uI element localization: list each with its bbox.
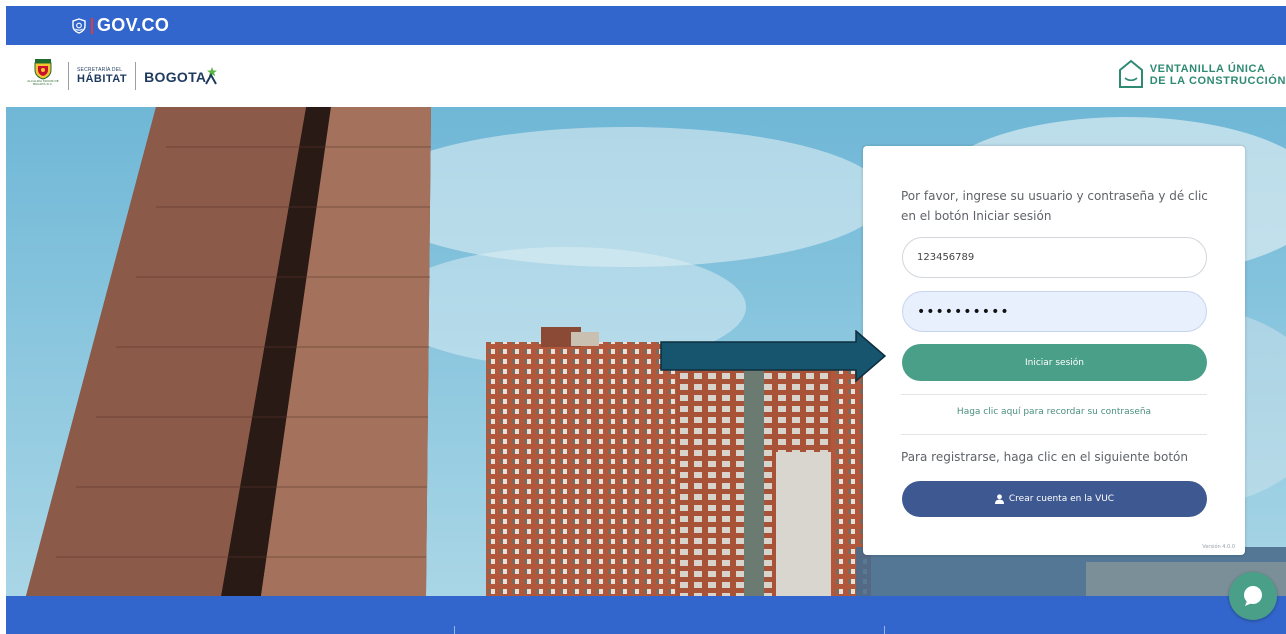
- header-divider: [135, 62, 137, 90]
- login-instructions: Por favor, ingrese su usuario y contrase…: [901, 189, 1208, 223]
- vuc-line1: VENTANILLA ÚNICA: [1149, 63, 1266, 75]
- secretaria-big-text: HÁBITAT: [77, 73, 128, 85]
- login-card: Por favor, ingrese su usuario y contrase…: [863, 146, 1245, 555]
- password-input[interactable]: [902, 291, 1207, 332]
- header-logos: ALCALDÍA MAYOR DE BOGOTÁ D.C. SECRETARÍA…: [26, 58, 218, 94]
- vuc-text: VENTANILLA ÚNICA DE LA CONSTRUCCIÓN: [1150, 63, 1286, 87]
- shield-icon: [72, 17, 86, 34]
- house-icon: [1118, 59, 1143, 88]
- header-divider: [68, 62, 69, 90]
- user-icon: [994, 494, 1004, 504]
- escudo-icon: [34, 59, 52, 80]
- gov-bar: GOV.CO: [6, 6, 1286, 45]
- gov-co-logo[interactable]: GOV.CO: [71, 15, 169, 36]
- secretaria-habitat-logo[interactable]: SECRETARÍA DEL HÁBITAT: [77, 67, 127, 85]
- chat-bubble-icon: [1244, 586, 1262, 606]
- version-label: Versión 4.0.0: [1202, 544, 1235, 550]
- alcaldia-shield-logo[interactable]: ALCALDÍA MAYOR DE BOGOTÁ D.C.: [26, 58, 60, 94]
- alcaldia-label: ALCALDÍA MAYOR DE BOGOTÁ D.C.: [27, 79, 59, 86]
- vuc-logo[interactable]: VENTANILLA ÚNICA DE LA CONSTRUCCIÓN: [1118, 59, 1286, 91]
- vuc-line2: DE LA CONSTRUCCIÓN: [1149, 75, 1286, 87]
- login-button[interactable]: Iniciar sesión: [902, 344, 1207, 381]
- gov-logo-text: GOV.CO: [97, 15, 170, 35]
- footer-divider: [454, 626, 455, 634]
- create-account-label: Crear cuenta en la VUC: [1008, 494, 1115, 504]
- arrow-right-icon: [660, 330, 886, 382]
- divider: [901, 434, 1207, 435]
- bogota-text: BOGOTA: [144, 69, 207, 85]
- forgot-password-link[interactable]: Haga clic aquí para recordar su contrase…: [901, 407, 1207, 417]
- star-icon: [205, 67, 218, 85]
- site-header: ALCALDÍA MAYOR DE BOGOTÁ D.C. SECRETARÍA…: [6, 45, 1286, 107]
- create-account-button[interactable]: Crear cuenta en la VUC: [902, 481, 1207, 517]
- bogota-logo[interactable]: BOGOTA: [144, 67, 218, 85]
- gov-logo-separator: [91, 17, 93, 34]
- username-input[interactable]: [902, 237, 1207, 278]
- footer-divider: [884, 626, 885, 634]
- page: GOV.CO ALCALDÍA MAYOR DE BOGOTÁ D.C. SEC…: [0, 0, 1286, 634]
- register-instructions: Para registrarse, haga clic en el siguie…: [901, 450, 1188, 464]
- divider: [901, 394, 1207, 395]
- site-footer: [6, 596, 1286, 634]
- chat-button[interactable]: [1229, 572, 1277, 620]
